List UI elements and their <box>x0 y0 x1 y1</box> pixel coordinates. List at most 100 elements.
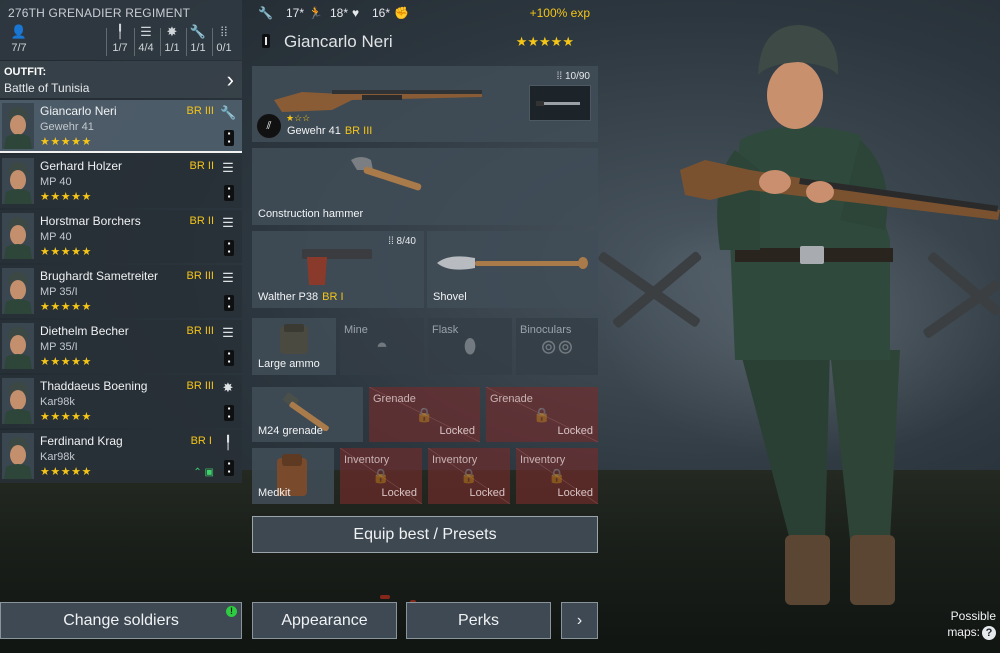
medkit-slot[interactable]: Medkit <box>252 448 334 504</box>
member-br: BR II <box>189 160 214 172</box>
change-soldiers-label: Change soldiers <box>63 612 179 629</box>
stat-value: 0/1 <box>216 42 232 54</box>
soldier-portrait <box>2 268 34 314</box>
explosion-icon: ✸ <box>222 380 234 395</box>
squad-member-row[interactable]: Thaddaeus Boening Kar98k ★★★★★ BR III ✸ … <box>0 375 242 428</box>
tool-slot[interactable]: Shovel <box>427 231 598 308</box>
ammo-count: ⁞⁞ 8/40 <box>388 236 416 247</box>
secondary-weapon-label: Walther P38 BR I <box>258 291 344 303</box>
grenade-slot[interactable]: M24 grenade <box>252 387 363 442</box>
person-icon: 👤 <box>10 24 28 39</box>
help-icon[interactable]: ? <box>982 626 996 640</box>
outfit-label: OUTFIT: <box>4 66 47 78</box>
primary-weapon-slot[interactable]: ⫽ ★☆☆ Gewehr 41 BR III ⁞⁞ 10/90 <box>252 66 598 142</box>
member-weapon: Kar98k <box>40 451 75 463</box>
mine-label: Mine <box>344 324 368 336</box>
ammo-type-icon: ⫽ <box>257 114 281 138</box>
squad-member-row[interactable]: Gerhard Holzer MP 40 ★★★★★ BR II ☰ ▪ ▪ <box>0 155 242 208</box>
squad-header: 276TH GRENADIER REGIMENT 👤 7/7 ╿ 1/7 ☰ 4… <box>0 0 242 60</box>
grenade-label: M24 grenade <box>258 425 323 437</box>
heart-icon: ♥ <box>352 6 360 20</box>
locked-status: Locked <box>439 425 475 437</box>
rank-icon: ▪ ▪ <box>224 130 234 146</box>
lock-icon: 🔒 <box>533 406 551 422</box>
stat-agility: 17* <box>286 6 305 20</box>
member-stars: ★★★★★ <box>40 356 92 368</box>
melee-slot[interactable]: Construction hammer <box>252 148 598 225</box>
primary-weapon-label: Gewehr 41 BR III <box>287 125 372 137</box>
member-name: Brughardt Sametreiter <box>40 269 159 283</box>
secondary-weapon-slot[interactable]: ⁞⁞ 8/40 Walther P38 BR I <box>252 231 424 308</box>
member-stars: ★★★★★ <box>40 466 92 478</box>
appearance-button[interactable]: Appearance <box>252 602 397 639</box>
stat-value: 1/7 <box>112 42 128 54</box>
member-name: Thaddaeus Boening <box>40 379 148 393</box>
weapon-br: BR III <box>344 125 373 137</box>
member-stars: ★★★★★ <box>40 191 92 203</box>
change-soldiers-button[interactable]: Change soldiers ! <box>0 602 242 639</box>
ammo-icon: ⁞⁞ <box>220 24 228 39</box>
binoculars-icon: ⊚⊚ <box>540 336 574 358</box>
bayonet-slot[interactable] <box>529 85 591 121</box>
ember <box>380 595 390 599</box>
hammer-icon <box>351 157 422 191</box>
chevron-right-icon: › <box>226 67 234 92</box>
stat-grenadier: ✸ 1/1 <box>159 24 185 54</box>
squad-member-row[interactable]: Brughardt Sametreiter MP 35/I ★★★★★ BR I… <box>0 265 242 318</box>
ammo-value: 8/40 <box>396 236 416 247</box>
backpack-slot[interactable]: Large ammo <box>252 318 336 375</box>
wrench-icon: 🔧 <box>258 6 273 20</box>
lock-icon: 🔒 <box>460 467 478 484</box>
member-weapon: Kar98k <box>40 396 75 408</box>
flask-slot[interactable]: Flask ⬮ <box>428 318 512 375</box>
stat-rifleman: ╿ 1/7 <box>107 24 133 54</box>
grenade-locked-label: Grenade <box>490 393 533 405</box>
mine-slot[interactable]: Mine ◓ <box>340 318 424 375</box>
stat-engineer: 🔧 1/1 <box>185 24 211 54</box>
run-icon: 🏃 <box>308 6 323 20</box>
soldier-model <box>680 25 1000 605</box>
backpack-label: Large ammo <box>258 358 320 370</box>
member-stars: ★★★★★ <box>40 246 92 258</box>
member-name: Diethelm Becher <box>40 324 129 338</box>
member-stars: ★★★★★ <box>40 136 92 148</box>
stat-value: 7/7 <box>11 42 27 54</box>
binoculars-slot[interactable]: Binoculars ⊚⊚ <box>516 318 598 375</box>
squad-member-row[interactable]: Horstmar Borchers MP 40 ★★★★★ BR II ☰ ▪ ▪ <box>0 210 242 263</box>
rifle-icon: ╿ <box>116 24 124 39</box>
soldier-portrait <box>2 433 34 479</box>
stat-value: 1/1 <box>190 42 206 54</box>
perks-button[interactable]: Perks <box>406 602 551 639</box>
wrench-icon: 🔧 <box>220 105 237 120</box>
exp-bonus: +100% exp <box>529 6 590 20</box>
melee-label: Construction hammer <box>258 208 364 220</box>
locked-status: Locked <box>469 487 505 499</box>
squad-member-row[interactable]: Diethelm Becher MP 35/I ★★★★★ BR III ☰ ▪… <box>0 320 242 373</box>
tool-label: Shovel <box>433 291 467 303</box>
member-br: BR III <box>186 105 214 117</box>
equip-best-button[interactable]: Equip best / Presets <box>252 516 598 553</box>
soldier-title: Giancarlo Neri ★★★★★ <box>252 26 598 58</box>
squad-member-row[interactable]: Ferdinand Krag Kar98k ★★★★★ BR I ╿ ⌃ ▣ ▪… <box>0 430 242 483</box>
list-icon: ☰ <box>222 215 234 230</box>
list-icon: ☰ <box>222 270 234 285</box>
squad-member-row[interactable]: Giancarlo Neri Gewehr 41 ★★★★★ BR III 🔧 … <box>0 100 242 153</box>
rank-icon: ▪ ▪ <box>224 350 234 366</box>
outfit-selector[interactable]: OUTFIT: Battle of Tunisia › <box>0 61 242 98</box>
member-weapon: MP 40 <box>40 231 72 243</box>
locked-status: Locked <box>557 425 593 437</box>
inventory-locked-label: Inventory <box>432 454 478 466</box>
lock-icon: 🔒 <box>548 467 566 484</box>
member-weapon: MP 40 <box>40 176 72 188</box>
member-name: Horstmar Borchers <box>40 214 141 228</box>
grenade-slot-locked: Grenade 🔒 Locked <box>486 387 598 442</box>
rank-icon: ▪ ▪ <box>224 295 234 311</box>
more-button[interactable]: › <box>561 602 598 639</box>
soldier-name: Giancarlo Neri <box>284 32 393 51</box>
bayonet-icon <box>536 101 580 106</box>
list-icon: ☰ <box>222 325 234 340</box>
promotion-icon[interactable]: ⌃ ▣ <box>193 467 214 478</box>
rank-icon: ▪ ▪ <box>224 240 234 256</box>
fist-icon: ✊ <box>394 6 409 20</box>
rifle-image <box>274 90 482 112</box>
